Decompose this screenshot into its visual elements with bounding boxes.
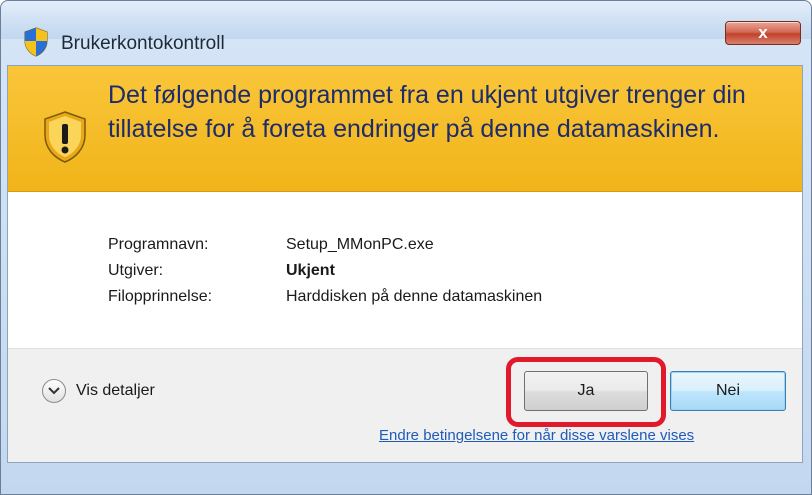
detail-row-program-name: Programnavn: Setup_MMonPC.exe [108,232,542,258]
detail-value: Harddisken på denne datamaskinen [286,288,543,305]
warning-shield-icon [44,111,86,163]
uac-dialog: Brukerkontokontroll x Det følgende progr… [0,0,812,495]
show-details-label: Vis detaljer [76,382,155,399]
dialog-content: Det følgende programmet fra en ukjent ut… [7,65,803,463]
uac-shield-icon [24,27,48,57]
detail-value: Ukjent [286,262,335,279]
detail-row-file-origin: Filopprinnelse: Harddisken på denne data… [108,284,542,310]
detail-value: Setup_MMonPC.exe [286,236,434,253]
show-details-toggle[interactable]: Vis detaljer [42,379,155,403]
notification-settings-link[interactable]: Endre betingelsene for når disse varslen… [379,427,694,444]
detail-label: Programnavn: [108,236,209,253]
dialog-footer: Vis detaljer Ja Nei Endre betingelsene f… [8,348,802,462]
detail-label: Utgiver: [108,262,164,279]
warning-message: Det følgende programmet fra en ukjent ut… [108,81,746,143]
yes-button[interactable]: Ja [524,371,648,411]
detail-row-publisher: Utgiver: Ukjent [108,258,542,284]
close-button[interactable]: x [725,21,801,45]
no-button[interactable]: Nei [670,371,786,411]
detail-label: Filopprinnelse: [108,288,213,305]
window-title: Brukerkontokontroll [61,33,225,54]
program-details: Programnavn: Setup_MMonPC.exe Utgiver: U… [108,232,542,310]
chevron-down-icon [42,379,66,403]
warning-banner: Det følgende programmet fra en ukjent ut… [8,66,802,192]
